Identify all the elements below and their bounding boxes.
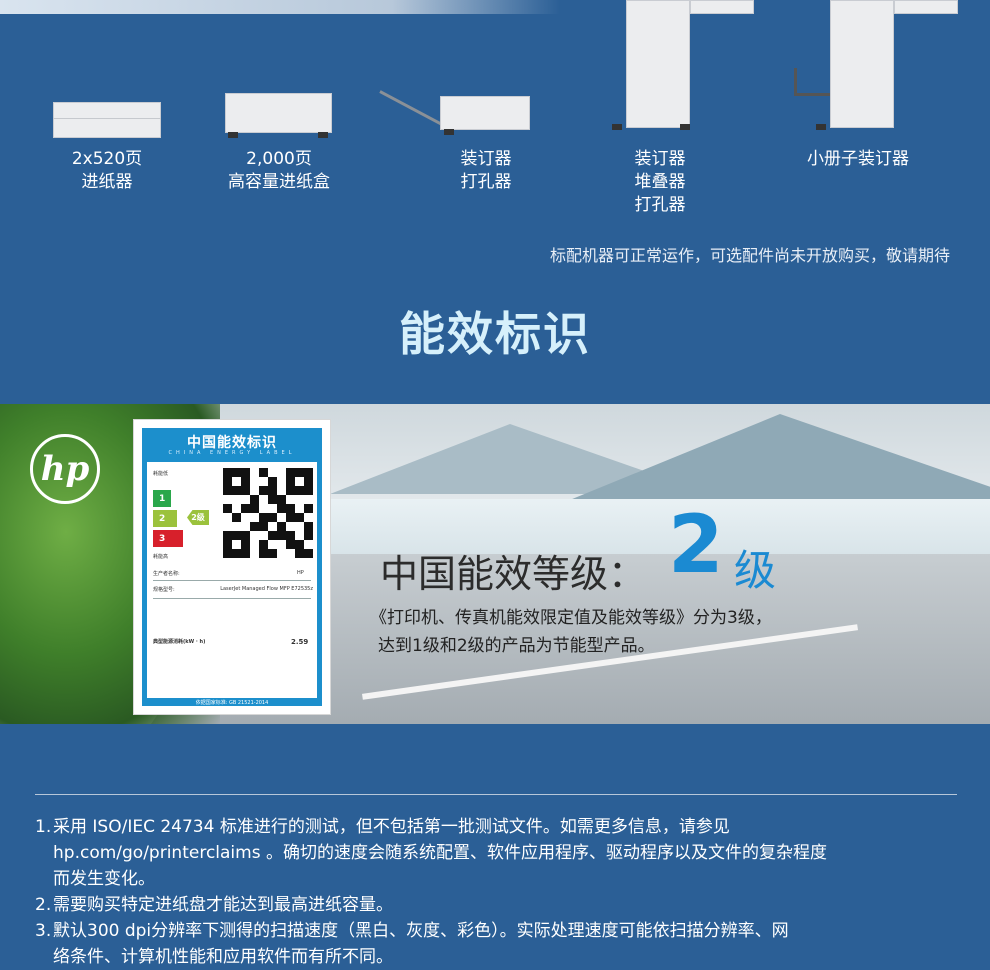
caption-line: 打孔器 bbox=[634, 195, 686, 215]
caption-line: 2x520页 bbox=[71, 149, 143, 169]
accessory-caption-5: 小册子装订器 bbox=[782, 148, 934, 171]
hci-foot-right bbox=[318, 132, 328, 138]
model-label: 规格型号: bbox=[153, 587, 175, 593]
footnote-line: 络条件、计算机性能和应用软件而有所不同。 bbox=[53, 947, 393, 967]
level-number: 3 bbox=[159, 533, 166, 544]
low-consumption-text: 耗能低 bbox=[153, 471, 169, 477]
hp-logo-text: hp bbox=[40, 449, 90, 489]
qr-code bbox=[223, 468, 313, 558]
level-bar-2: 2 bbox=[153, 510, 177, 527]
energy-label-frame: 中国能效标识 CHINA ENERGY LABEL 耗能低 1 2 3 2级 耗… bbox=[142, 428, 322, 706]
stacker-tower-image bbox=[626, 0, 690, 128]
energy-grade-unit: 级 bbox=[734, 546, 777, 595]
footnotes: 1. 采用 ISO/IEC 24734 标准进行的测试，但不包括第一批测试文件。… bbox=[35, 814, 965, 970]
caption-line: 小册子装订器 bbox=[807, 149, 909, 169]
footnote-line: 采用 ISO/IEC 24734 标准进行的测试，但不包括第一批测试文件。如需更… bbox=[53, 817, 730, 837]
stacker-tray-image bbox=[690, 0, 754, 14]
level-bar-3: 3 bbox=[153, 530, 183, 547]
caption-line: 高容量进纸盒 bbox=[228, 172, 330, 192]
energy-grade-prefix: 中国能效等级： bbox=[380, 552, 647, 596]
footnote-number: 1. bbox=[35, 817, 52, 837]
caption-line: 进纸器 bbox=[81, 172, 133, 192]
accessory-caption-1: 2x520页 进纸器 bbox=[40, 148, 174, 194]
indicated-level-text: 2级 bbox=[191, 513, 205, 522]
stapler-foot bbox=[444, 129, 454, 135]
energy-label-title: 中国能效标识 bbox=[187, 435, 277, 451]
caption-line: 装订器 bbox=[460, 149, 512, 169]
footnote-item: 3. 默认300 dpi分辨率下测得的扫描速度（黑白、灰度、彩色）。实际处理速度… bbox=[35, 918, 965, 970]
energy-grade-desc-1: 《打印机、传真机能效限定值及能效等级》分为3级， bbox=[370, 608, 772, 628]
paper-feeder-image bbox=[53, 102, 161, 138]
high-consumption-text: 耗能高 bbox=[153, 554, 169, 560]
banner-mountain bbox=[560, 414, 990, 504]
level-number: 1 bbox=[159, 493, 166, 504]
caption-line: 打孔器 bbox=[460, 172, 512, 192]
footnote-line: 而发生变化。 bbox=[53, 869, 155, 889]
stacker-foot-2 bbox=[680, 124, 690, 130]
consumption-label: 典型能源消耗(kW · h) bbox=[153, 639, 206, 645]
indicated-level-arrow: 2级 bbox=[187, 510, 209, 525]
section-title: 能效标识 bbox=[399, 307, 591, 361]
footnote-number: 3. bbox=[35, 921, 52, 941]
footnote-item: 2. 需要购买特定进纸盘才能达到最高进纸容量。 bbox=[35, 892, 965, 918]
manufacturer-value: HP bbox=[297, 570, 304, 576]
footnote-number: 2. bbox=[35, 895, 52, 915]
availability-note: 标配机器可正常运作，可选配件尚未开放购买，敬请期待 bbox=[549, 246, 950, 265]
booklet-tray-image bbox=[894, 0, 958, 14]
energy-label-card: 中国能效标识 CHINA ENERGY LABEL 耗能低 1 2 3 2级 耗… bbox=[133, 419, 331, 715]
caption-line: 2,000页 bbox=[246, 149, 312, 169]
energy-label-body: 耗能低 1 2 3 2级 耗能高 生产者名称: HP 规格型号: LaserJe… bbox=[147, 462, 317, 698]
accessory-caption-2: 2,000页 高容量进纸盒 bbox=[210, 148, 348, 194]
consumption-value: 2.59 bbox=[291, 638, 309, 646]
feeder-divider bbox=[53, 118, 161, 119]
footnote-divider bbox=[35, 794, 957, 795]
label-divider bbox=[153, 598, 311, 599]
booklet-foot bbox=[816, 124, 826, 130]
booklet-tower-image bbox=[830, 0, 894, 128]
energy-grade-number: 2 bbox=[668, 498, 724, 591]
level-number: 2 bbox=[159, 513, 166, 524]
energy-label-subtitle: CHINA ENERGY LABEL bbox=[168, 450, 296, 456]
high-capacity-input-image bbox=[225, 93, 332, 133]
footnote-line: 默认300 dpi分辨率下测得的扫描速度（黑白、灰度、彩色）。实际处理速度可能依… bbox=[53, 921, 789, 941]
hci-foot-left bbox=[228, 132, 238, 138]
standard-text: 依据国家标准: GB 21521-2014 bbox=[195, 700, 269, 706]
accessory-caption-3: 装订器 打孔器 bbox=[430, 148, 542, 194]
stapler-punch-image bbox=[440, 96, 530, 130]
caption-line: 装订器 bbox=[634, 149, 686, 169]
footnote-line: 需要购买特定进纸盘才能达到最高进纸容量。 bbox=[53, 895, 393, 915]
top-banner-strip bbox=[0, 0, 560, 14]
label-divider bbox=[153, 580, 311, 581]
hp-logo: hp bbox=[30, 434, 100, 504]
level-bar-1: 1 bbox=[153, 490, 171, 507]
stacker-foot bbox=[612, 124, 622, 130]
booklet-bin-image bbox=[794, 68, 830, 96]
footnote-line: hp.com/go/printerclaims 。确切的速度会随系统配置、软件应… bbox=[53, 843, 827, 863]
energy-grade-desc-2: 达到1级和2级的产品为节能型产品。 bbox=[378, 636, 655, 656]
footnote-item: 1. 采用 ISO/IEC 24734 标准进行的测试，但不包括第一批测试文件。… bbox=[35, 814, 965, 892]
caption-line: 堆叠器 bbox=[634, 172, 686, 192]
accessory-caption-4: 装订器 堆叠器 打孔器 bbox=[604, 148, 716, 217]
model-value: LaserJet Managed Flow MFP E72535z bbox=[220, 586, 313, 592]
manufacturer-label: 生产者名称: bbox=[153, 571, 180, 577]
